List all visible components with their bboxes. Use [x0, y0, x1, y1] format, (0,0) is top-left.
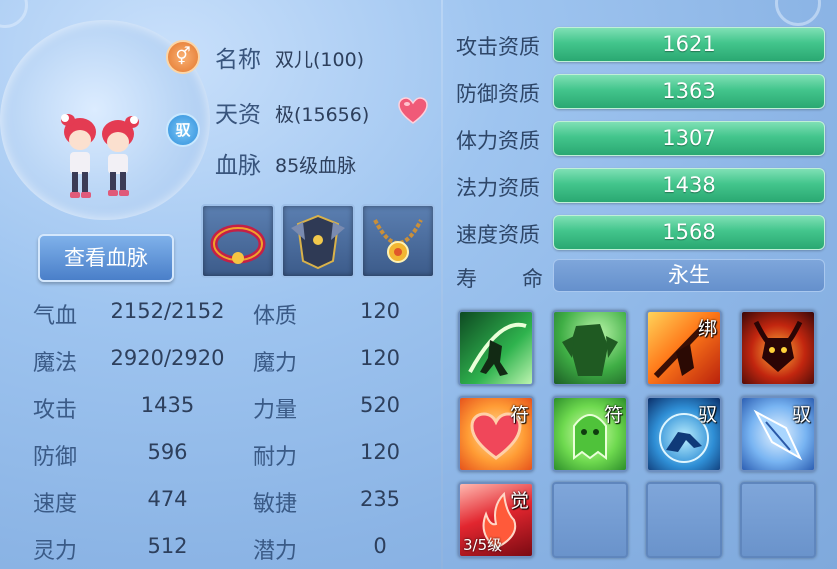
skill-slot-9[interactable]: 觉 3/5级 — [458, 482, 534, 558]
bloodline-label: 血脉 — [215, 153, 261, 179]
stat-label: 灵力 — [33, 539, 78, 564]
section-divider — [441, 0, 443, 569]
stat-value: 120 — [359, 346, 401, 370]
skill-slot-6[interactable]: 符 — [552, 396, 628, 472]
quality-label: 速度资质 — [456, 223, 540, 247]
corner-ornament — [0, 0, 28, 28]
name-label: 名称 — [215, 47, 261, 73]
skill-slot-7[interactable]: 驭 — [646, 396, 722, 472]
skill-slot-empty[interactable] — [646, 482, 722, 558]
stat-value: 2152/2152 — [110, 299, 225, 323]
stat-label: 魔法 — [33, 351, 78, 376]
quality-label: 体力资质 — [456, 129, 540, 153]
stat-label: 体质 — [253, 304, 298, 329]
quality-bar: 1307 — [553, 121, 825, 156]
skill-tag: 觉 — [509, 490, 529, 512]
stat-value: 596 — [147, 440, 188, 464]
stat-value: 120 — [359, 440, 401, 464]
demon-horned-icon — [753, 320, 803, 372]
stat-label: 敏捷 — [253, 492, 298, 517]
stat-value: 520 — [359, 393, 401, 417]
skill-tag: 符 — [509, 404, 529, 426]
stat-value: 120 — [359, 299, 401, 323]
lifespan-label: 寿 — [456, 267, 477, 291]
skill-tag: 驭 — [697, 404, 717, 426]
skill-slot-1[interactable] — [458, 310, 534, 386]
stat-label: 耐力 — [253, 445, 298, 470]
red-collar-icon — [210, 224, 266, 264]
skill-slot-2[interactable] — [552, 310, 628, 386]
quality-label: 法力资质 — [456, 176, 540, 200]
stat-label: 防御 — [33, 445, 78, 470]
pet-name: 双儿(100) — [275, 49, 365, 71]
corner-ornament — [775, 0, 821, 26]
equip-slot-necklace[interactable] — [361, 204, 435, 278]
stat-value: 1435 — [140, 393, 195, 417]
quality-bar: 1438 — [553, 168, 825, 203]
skill-tag: 符 — [603, 404, 623, 426]
skill-tag: 绑 — [697, 318, 717, 340]
warrior-slash-icon — [468, 322, 527, 376]
bloodline-value: 85级血脉 — [275, 155, 357, 177]
equip-slot-collar[interactable] — [201, 204, 275, 278]
quality-label: 防御资质 — [456, 82, 540, 106]
lifespan-bar: 永生 — [553, 259, 825, 292]
skill-slot-5[interactable]: 符 — [458, 396, 534, 472]
quality-label: 攻击资质 — [456, 35, 540, 59]
talent-value: 极(15656) — [275, 104, 370, 126]
stat-value: 235 — [359, 487, 401, 511]
stat-value: 512 — [147, 534, 188, 558]
skill-slot-empty[interactable] — [740, 482, 816, 558]
equip-slot-armor[interactable] — [281, 204, 355, 278]
gender-icon: ⚥ — [166, 40, 200, 74]
skill-slot-empty[interactable] — [552, 482, 628, 558]
skill-slot-8[interactable]: 驭 — [740, 396, 816, 472]
skill-slot-4[interactable] — [740, 310, 816, 386]
stat-label: 魔力 — [253, 351, 298, 376]
skill-slot-3[interactable]: 绑 — [646, 310, 722, 386]
skill-tag: 驭 — [791, 404, 811, 426]
gold-necklace-icon — [373, 219, 423, 263]
stat-value: 2920/2920 — [110, 346, 225, 370]
pet-portrait — [61, 114, 139, 198]
stat-label: 力量 — [253, 398, 298, 423]
stat-label: 速度 — [33, 492, 78, 517]
stat-label: 气血 — [33, 304, 78, 329]
heart-icon[interactable] — [398, 97, 428, 125]
pet-info-panel: ⚥ 驭 名称 双儿(100) 天资 极(15656) 血脉 85级血脉 查看血脉 — [0, 0, 837, 569]
skill-level: 3/5级 — [463, 536, 503, 554]
quality-bar: 1568 — [553, 215, 825, 250]
dark-armor-icon — [291, 214, 345, 270]
stat-value: 474 — [147, 487, 188, 511]
tame-badge: 驭 — [166, 113, 200, 147]
quality-bar: 1363 — [553, 74, 825, 109]
stat-value: 0 — [373, 534, 387, 558]
lifespan-label: 命 — [522, 267, 543, 291]
view-bloodline-button[interactable]: 查看血脉 — [38, 234, 174, 282]
stat-label: 攻击 — [33, 398, 78, 423]
quality-bar: 1621 — [553, 27, 825, 62]
talent-label: 天资 — [215, 102, 261, 128]
stat-label: 潜力 — [253, 539, 298, 564]
green-ogre-icon — [562, 324, 618, 376]
